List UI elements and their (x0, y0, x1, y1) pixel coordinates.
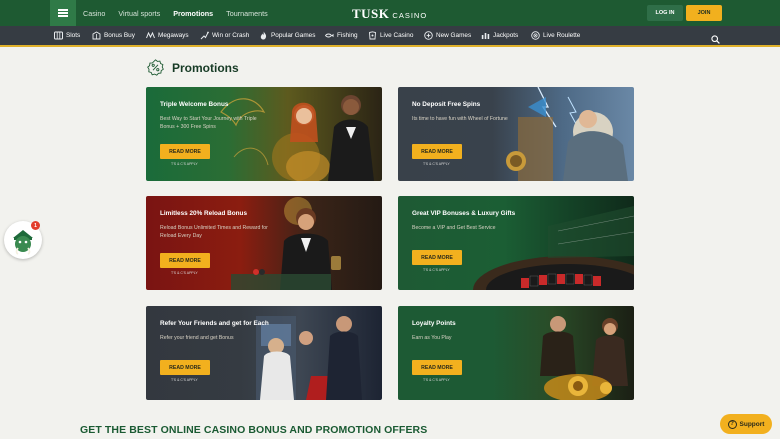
logo-sub-text: CASINO (392, 11, 428, 20)
category-win-or-crash[interactable]: Win or Crash (200, 26, 249, 45)
flame-icon (259, 31, 268, 40)
card-description: Earn as You Play (412, 335, 452, 341)
category-label: Live Roulette (543, 32, 581, 39)
read-more-button[interactable]: READ MORE (412, 360, 462, 375)
card-description: Refer your friend and get Bonus (160, 335, 234, 341)
win-or-crash-icon (200, 31, 209, 40)
jackpots-icon (481, 31, 490, 40)
fishing-icon (325, 31, 334, 40)
card-title: Loyalty Points (412, 320, 456, 327)
promo-card-refer-friends[interactable]: Refer Your Friends and get for Each Refe… (146, 306, 382, 400)
percent-badge-icon (147, 59, 164, 76)
terms-apply-text: T'S & C'S APPLY (171, 162, 198, 166)
category-live-roulette[interactable]: Live Roulette (531, 26, 580, 45)
promo-card-vip-bonuses[interactable]: Great VIP Bonuses & Luxury Gifts Become … (398, 196, 634, 290)
card-title: Limitless 20% Reload Bonus (160, 210, 248, 217)
roulette-icon (531, 31, 540, 40)
category-label: Bonus Buy (104, 32, 135, 39)
terms-apply-text: T'S & C'S APPLY (423, 268, 450, 272)
category-megaways[interactable]: Megaways (146, 26, 189, 45)
category-popular-games[interactable]: Popular Games (259, 26, 315, 45)
search-icon[interactable] (711, 31, 720, 44)
join-button[interactable]: JOIN (686, 5, 722, 21)
nav-promotions[interactable]: Promotions (173, 9, 213, 18)
terms-apply-text: T'S & C'S APPLY (171, 271, 198, 275)
category-label: Win or Crash (212, 32, 250, 39)
category-jackpots[interactable]: Jackpots (481, 26, 518, 45)
section-heading: GET THE BEST ONLINE CASINO BONUS AND PRO… (80, 424, 428, 436)
top-nav: Casino Virtual sports Promotions Tournam… (83, 0, 268, 26)
category-label: Live Casino (380, 32, 414, 39)
support-button[interactable]: ? Support (720, 414, 772, 434)
login-button[interactable]: LOG IN (647, 5, 683, 21)
read-more-button[interactable]: READ MORE (160, 144, 210, 159)
category-label: Jackpots (493, 32, 519, 39)
megaways-icon (146, 31, 155, 40)
terms-apply-text: T'S & C'S APPLY (423, 378, 450, 382)
bonus-buy-icon (92, 31, 101, 40)
logo-main-text: TUSK (352, 6, 390, 21)
hamburger-icon (58, 9, 68, 17)
promo-card-reload-bonus[interactable]: Limitless 20% Reload Bonus Reload Bonus … (146, 196, 382, 290)
page-heading: Promotions (147, 59, 239, 76)
page-title: Promotions (172, 60, 239, 75)
category-slots[interactable]: Slots (54, 26, 80, 45)
promo-card-triple-welcome[interactable]: Triple Welcome Bonus Best Way to Start Y… (146, 87, 382, 181)
category-fishing[interactable]: Fishing (325, 26, 358, 45)
terms-apply-text: T'S & C'S APPLY (171, 378, 198, 382)
terms-apply-text: T'S & C'S APPLY (423, 162, 450, 166)
new-games-icon (424, 31, 433, 40)
card-title: Great VIP Bonuses & Luxury Gifts (412, 210, 516, 217)
promo-card-loyalty-points[interactable]: Loyalty Points Earn as You Play READ MOR… (398, 306, 634, 400)
live-casino-icon (368, 31, 377, 40)
read-more-button[interactable]: READ MORE (160, 360, 210, 375)
category-live-casino[interactable]: Live Casino (368, 26, 413, 45)
top-bar: Casino Virtual sports Promotions Tournam… (0, 0, 780, 26)
card-description: Reload Bonus Unlimited Times and Reward … (160, 225, 268, 240)
category-bar: Slots Bonus Buy Megaways Win or Crash Po… (0, 26, 780, 47)
nav-virtual-sports[interactable]: Virtual sports (118, 9, 160, 18)
card-description: Its time to have fun with Wheel of Fortu… (412, 116, 508, 122)
notification-badge: 1 (31, 221, 40, 230)
hamburger-menu-button[interactable] (50, 0, 76, 26)
category-label: Popular Games (271, 32, 316, 39)
slots-icon (54, 31, 63, 40)
category-bonus-buy[interactable]: Bonus Buy (92, 26, 135, 45)
nav-casino[interactable]: Casino (83, 9, 105, 18)
card-title: Triple Welcome Bonus (160, 101, 229, 108)
category-label: New Games (436, 32, 472, 39)
help-icon: ? (727, 419, 737, 429)
nav-tournaments[interactable]: Tournaments (226, 9, 268, 18)
read-more-button[interactable]: READ MORE (160, 253, 210, 268)
read-more-button[interactable]: READ MORE (412, 250, 462, 265)
support-label: Support (739, 420, 765, 428)
brand-logo[interactable]: TUSK CASINO (352, 6, 427, 22)
category-label: Slots (66, 32, 81, 39)
category-new-games[interactable]: New Games (424, 26, 471, 45)
card-description: Best Way to Start Your Journey with Trip… (160, 116, 257, 131)
card-description: Become a VIP and Get Best Service (412, 225, 496, 231)
category-label: Megaways (158, 32, 189, 39)
read-more-button[interactable]: READ MORE (412, 144, 462, 159)
card-title: No Deposit Free Spins (412, 101, 481, 108)
promo-card-no-deposit[interactable]: No Deposit Free Spins Its time to have f… (398, 87, 634, 181)
category-label: Fishing (337, 32, 358, 39)
card-title: Refer Your Friends and get for Each (160, 320, 269, 327)
